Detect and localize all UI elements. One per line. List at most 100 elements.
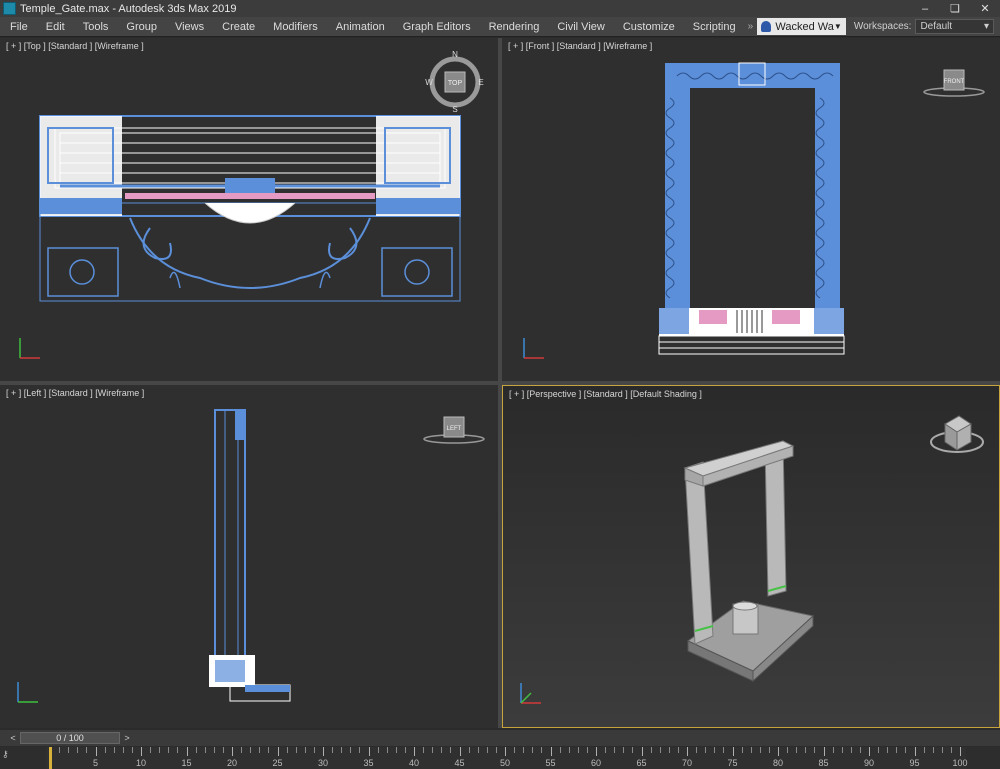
track-tick-label: 75 (727, 758, 738, 768)
track-tick-label: 40 (408, 758, 420, 768)
menu-animation[interactable]: Animation (330, 21, 391, 33)
menu-overflow-icon[interactable]: » (748, 21, 754, 32)
track-tick (131, 747, 133, 753)
time-slider-thumb[interactable]: 0 / 100 (20, 732, 120, 744)
menu-views[interactable]: Views (169, 21, 210, 33)
time-prev-button[interactable]: < (8, 732, 18, 744)
track-tick (259, 747, 261, 753)
menu-rendering[interactable]: Rendering (483, 21, 546, 33)
track-tick-label: 50 (499, 758, 511, 768)
track-tick (878, 747, 880, 753)
axis-tripod-icon (19, 338, 40, 359)
menu-items: File Edit Tools Group Views Create Modif… (0, 21, 748, 33)
track-tick-label: 90 (863, 758, 875, 768)
track-tick (596, 747, 597, 756)
menu-tools[interactable]: Tools (77, 21, 115, 33)
chevron-down-icon: ▾ (983, 21, 989, 32)
chevron-down-icon: ▼ (833, 22, 842, 31)
track-tick-label: 45 (454, 758, 465, 768)
track-tick (150, 747, 152, 753)
time-next-button[interactable]: > (122, 732, 132, 744)
track-tick-label: 85 (818, 758, 829, 768)
viewport-front[interactable]: [ + ] [Front ] [Standard ] [Wireframe ] … (502, 38, 1000, 381)
track-tick (778, 747, 779, 756)
track-tick (332, 747, 334, 753)
key-filter-icon[interactable]: ⚷ (2, 749, 18, 765)
track-tick (113, 747, 115, 753)
track-tick (77, 747, 79, 753)
menu-create[interactable]: Create (216, 21, 261, 33)
viewport-left[interactable]: [ + ] [Left ] [Standard ] [Wireframe ] L… (0, 385, 498, 728)
track-tick (759, 747, 761, 753)
track-tick (232, 747, 233, 756)
track-tick (796, 747, 798, 753)
track-tick (750, 747, 752, 753)
track-tick (222, 747, 224, 753)
track-bar[interactable]: ⚷ 5 10 15 20 25 30 35 40 45 50 55 60 65 70 75 80 85 90 95 1… (0, 747, 1000, 769)
workspaces-label: Workspaces: (853, 21, 912, 32)
track-tick (395, 747, 397, 753)
time-cursor[interactable] (49, 747, 52, 769)
perspective-gate-model (683, 440, 815, 683)
track-tick (523, 747, 525, 753)
menu-modifiers[interactable]: Modifiers (267, 21, 324, 33)
track-tick (59, 747, 61, 753)
track-tick (568, 747, 570, 753)
track-tick (341, 747, 343, 753)
track-tick (932, 747, 934, 753)
menu-civil-view[interactable]: Civil View (551, 21, 610, 33)
track-tick (787, 747, 789, 753)
track-tick (195, 747, 197, 753)
track-tick (632, 747, 634, 753)
restore-button[interactable]: ❏ (940, 0, 970, 17)
track-tick (923, 747, 925, 753)
track-tick-label: 60 (590, 758, 602, 768)
track-tick (141, 747, 142, 756)
track-tick (505, 747, 506, 756)
menu-scripting[interactable]: Scripting (687, 21, 742, 33)
menu-customize[interactable]: Customize (617, 21, 681, 33)
track-tick-label: 15 (181, 758, 192, 768)
window-title: Temple_Gate.max - Autodesk 3ds Max 2019 (20, 2, 237, 15)
track-tick (550, 747, 552, 756)
track-tick (559, 747, 561, 753)
track-tick (823, 747, 825, 756)
minimize-button[interactable]: – (910, 0, 940, 17)
menu-group[interactable]: Group (120, 21, 163, 33)
track-tick (295, 747, 297, 753)
track-tick (741, 747, 743, 753)
track-tick (641, 747, 643, 756)
track-tick (350, 747, 352, 753)
close-button[interactable]: ✕ (970, 0, 1000, 17)
left-view-wireframe (209, 409, 291, 702)
track-tick (805, 747, 807, 753)
track-tick (677, 747, 679, 753)
workspace-value: Default (920, 21, 953, 32)
time-slider[interactable]: < 0 / 100 > (0, 730, 1000, 746)
track-tick (250, 747, 252, 753)
viewport-divider-vertical[interactable] (498, 38, 502, 728)
track-tick (887, 747, 889, 753)
track-tick (86, 747, 88, 753)
track-tick (241, 747, 243, 753)
track-tick (832, 747, 834, 753)
track-tick (941, 747, 943, 753)
workspaces-select[interactable]: Default ▾ (915, 19, 994, 34)
track-tick (714, 747, 716, 753)
viewport-perspective[interactable]: [ + ] [Perspective ] [Standard ] [Defaul… (502, 385, 1000, 728)
track-tick (359, 747, 361, 753)
menu-file[interactable]: File (4, 21, 34, 33)
track-tick (896, 747, 898, 753)
user-account-dropdown[interactable]: Wacked Wa ▼ (757, 18, 846, 35)
axis-tripod-icon (523, 338, 544, 359)
track-tick (477, 747, 479, 753)
menu-graph-editors[interactable]: Graph Editors (397, 21, 477, 33)
track-tick (650, 747, 652, 753)
track-tick (213, 747, 215, 753)
track-tick (705, 747, 707, 753)
menu-edit[interactable]: Edit (40, 21, 71, 33)
track-tick (586, 747, 588, 753)
viewport-top[interactable]: [ + ] [Top ] [Standard ] [Wireframe ] TO… (0, 38, 498, 381)
track-tick-label: 35 (363, 758, 374, 768)
user-name: Wacked Wa (775, 20, 834, 33)
